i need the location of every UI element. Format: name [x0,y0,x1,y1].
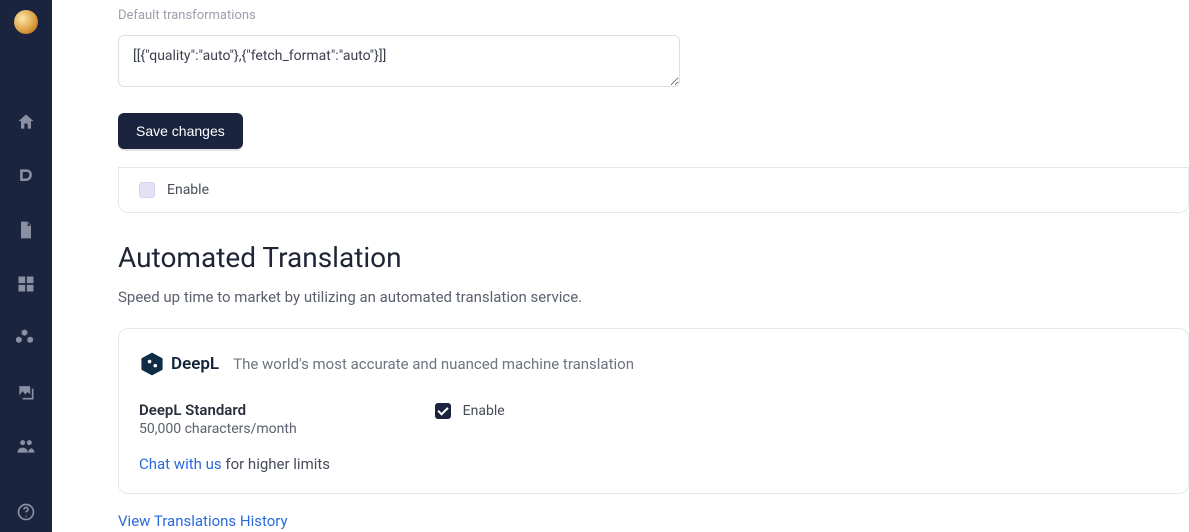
transform-enable-label: Enable [167,182,209,198]
sidebar [0,0,52,532]
users-icon[interactable] [16,436,36,456]
automated-translation-title: Automated Translation [118,241,1189,274]
deepl-enable-checkbox[interactable] [435,403,451,419]
default-transformations-input[interactable] [118,35,680,87]
transformations-card-footer: Enable [118,167,1189,213]
deepl-brand-text: DeepL [171,354,219,374]
save-changes-button[interactable]: Save changes [118,113,243,149]
view-translations-history-link[interactable]: View Translations History [118,512,288,530]
chat-rest-text: for higher limits [222,455,330,473]
deepl-plan-name: DeepL Standard [139,401,297,419]
deepl-card: DeepL The world's most accurate and nuan… [118,328,1189,494]
modules-icon[interactable] [16,328,36,348]
blog-icon[interactable] [16,166,36,186]
page-icon[interactable] [16,220,36,240]
deepl-plan-block: DeepL Standard 50,000 characters/month [139,401,297,437]
main: Default transformations Save changes Ena… [52,0,1189,532]
transform-enable-checkbox[interactable] [139,182,155,198]
deepl-logo: DeepL [139,351,219,377]
sidebar-nav [16,112,36,456]
deepl-plan-quota: 50,000 characters/month [139,421,297,437]
help-icon[interactable] [16,502,36,522]
chat-with-us-link[interactable]: Chat with us [139,455,222,473]
media-icon[interactable] [16,382,36,402]
grid-icon[interactable] [16,274,36,294]
avatar[interactable] [14,10,38,34]
home-icon[interactable] [16,112,36,132]
deepl-tagline: The world's most accurate and nuanced ma… [233,355,634,373]
automated-translation-desc: Speed up time to market by utilizing an … [118,288,1189,306]
deepl-enable-label: Enable [463,403,505,419]
deepl-chat-row: Chat with us for higher limits [139,455,1168,473]
default-transformations-label: Default transformations [118,8,1189,23]
